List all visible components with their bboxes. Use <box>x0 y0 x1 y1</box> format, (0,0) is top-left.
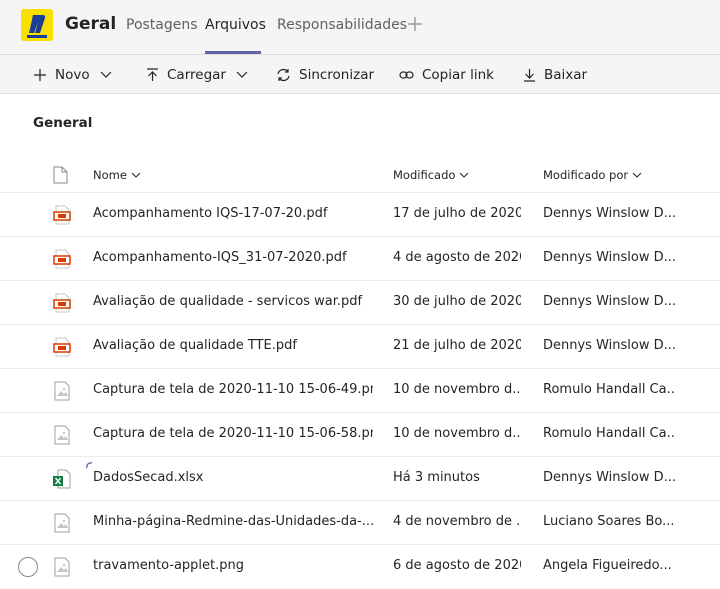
file-name[interactable]: Avaliação de qualidade - servicos war.pd… <box>93 294 373 309</box>
files-toolbar: Novo Carregar Sincronizar Copiar link Ba… <box>0 55 720 129</box>
upload-label: Carregar <box>167 67 226 83</box>
file-modified: 4 de agosto de 2020 <box>393 250 521 265</box>
file-modified: 10 de novembro d... <box>393 426 521 441</box>
file-modified-by: Dennys Winslow D... <box>543 206 675 221</box>
folder-title: General <box>33 115 93 131</box>
pdf-icon <box>53 293 71 313</box>
file-name[interactable]: DadosSecad.xlsx <box>93 470 373 485</box>
file-modified: 21 de julho de 2020 <box>393 338 521 353</box>
files-list: General Nome Modificado Modificado por A… <box>0 94 720 577</box>
file-name[interactable]: Acompanhamento-IQS_31-07-2020.pdf <box>93 250 373 265</box>
link-icon <box>399 71 414 79</box>
image-icon <box>54 425 70 445</box>
file-row[interactable]: Acompanhamento-IQS_31-07-2020.pdf 4 de a… <box>0 236 720 281</box>
channel-title: Geral <box>65 14 117 34</box>
team-logo[interactable] <box>21 9 53 41</box>
file-row[interactable]: Captura de tela de 2020-11-10 15-06-58.p… <box>0 412 720 457</box>
tab-arquivos[interactable]: Arquivos <box>205 17 266 33</box>
sync-label: Sincronizar <box>299 67 375 83</box>
file-modified-by: Dennys Winslow D... <box>543 338 675 353</box>
file-modified: 30 de julho de 2020 <box>393 294 521 309</box>
file-name[interactable]: Captura de tela de 2020-11-10 15-06-58.p… <box>93 426 373 441</box>
file-name[interactable]: Captura de tela de 2020-11-10 15-06-49.p… <box>93 382 373 397</box>
pdf-icon <box>53 337 71 357</box>
file-modified-by: Dennys Winslow D... <box>543 294 675 309</box>
chevron-down-icon <box>100 71 112 78</box>
file-name[interactable]: Minha-página-Redmine-das-Unidades-da-... <box>93 514 373 529</box>
chevron-down-icon <box>236 71 248 78</box>
file-name[interactable]: Avaliação de qualidade TTE.pdf <box>93 338 373 353</box>
file-modified-by: Romulo Handall Ca... <box>543 426 675 441</box>
image-icon <box>54 381 70 401</box>
column-name-label: Nome <box>93 168 127 182</box>
file-row[interactable]: DadosSecad.xlsx Há 3 minutos Dennys Wins… <box>0 456 720 501</box>
row-select-checkbox[interactable] <box>18 557 38 577</box>
file-modified: Há 3 minutos <box>393 470 480 485</box>
add-tab-icon[interactable] <box>406 15 424 33</box>
excel-icon <box>53 469 71 489</box>
sync-button[interactable]: Sincronizar <box>276 67 374 83</box>
file-row[interactable]: Captura de tela de 2020-11-10 15-06-49.p… <box>0 368 720 413</box>
file-modified: 4 de novembro de ... <box>393 514 521 529</box>
new-button[interactable]: Novo <box>33 67 112 83</box>
chevron-down-icon <box>131 172 141 178</box>
new-label: Novo <box>55 67 90 83</box>
file-row[interactable]: Minha-página-Redmine-das-Unidades-da-...… <box>0 500 720 545</box>
image-icon <box>54 513 70 533</box>
column-header-modified-by[interactable]: Modificado por <box>543 168 642 182</box>
copy-link-button[interactable]: Copiar link <box>399 67 494 83</box>
file-row[interactable]: Avaliação de qualidade TTE.pdf 21 de jul… <box>0 324 720 369</box>
download-button[interactable]: Baixar <box>523 67 587 83</box>
chevron-down-icon <box>632 172 642 178</box>
active-tab-indicator <box>205 51 261 54</box>
channel-header: Geral Postagens Arquivos Responsabilidad… <box>0 0 720 55</box>
download-icon <box>524 69 535 82</box>
file-modified-by: Luciano Soares Bo... <box>543 514 675 529</box>
file-modified: 17 de julho de 2020 <box>393 206 521 221</box>
plus-icon <box>34 69 46 81</box>
upload-icon <box>147 68 158 81</box>
file-name[interactable]: Acompanhamento IQS-17-07-20.pdf <box>93 206 373 221</box>
image-icon <box>54 557 70 577</box>
column-header-modified[interactable]: Modificado <box>393 168 469 182</box>
pdf-icon <box>53 249 71 269</box>
sync-icon <box>277 68 290 82</box>
column-modified-by-label: Modificado por <box>543 168 629 182</box>
file-modified-by: Dennys Winslow D... <box>543 250 675 265</box>
chevron-down-icon <box>460 172 469 178</box>
file-modified-by: Dennys Winslow D... <box>543 470 675 485</box>
file-type-header-icon <box>53 166 68 184</box>
file-row[interactable]: travamento-applet.png 6 de agosto de 202… <box>0 544 720 589</box>
tab-postagens[interactable]: Postagens <box>126 17 198 33</box>
file-row[interactable]: Acompanhamento IQS-17-07-20.pdf 17 de ju… <box>0 192 720 237</box>
file-modified-by: Romulo Handall Ca... <box>543 382 675 397</box>
upload-button[interactable]: Carregar <box>146 67 248 83</box>
pdf-icon <box>53 205 71 225</box>
file-row[interactable]: Avaliação de qualidade - servicos war.pd… <box>0 280 720 325</box>
column-header-name[interactable]: Nome <box>93 168 141 182</box>
tab-responsabilidades[interactable]: Responsabilidades <box>277 17 407 33</box>
copy-link-label: Copiar link <box>422 67 494 83</box>
file-modified: 10 de novembro d... <box>393 382 521 397</box>
column-modified-label: Modificado <box>393 168 456 182</box>
download-label: Baixar <box>544 67 588 83</box>
